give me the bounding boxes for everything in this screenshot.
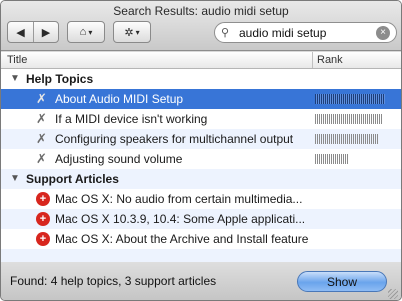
status-bar: Found: 4 help topics, 3 support articles… — [1, 262, 401, 300]
result-row[interactable]: ✗ Configuring speakers for multichannel … — [1, 129, 401, 149]
result-row[interactable]: ✗ If a MIDI device isn't working — [1, 109, 401, 129]
rank-bar — [315, 114, 383, 124]
disclosure-triangle-icon[interactable]: ▼ — [10, 173, 20, 184]
help-topic-icon: ✗ — [36, 131, 47, 146]
search-icon: ⚲ — [221, 27, 230, 39]
back-arrow-icon: ◀ — [16, 26, 25, 39]
group-row-support-articles[interactable]: ▼ Support Articles — [1, 169, 401, 189]
group-label: Help Topics — [26, 72, 94, 86]
chevron-down-icon: ▾ — [135, 27, 140, 37]
help-topic-icon: ✗ — [36, 151, 47, 166]
forward-arrow-icon: ▶ — [41, 26, 51, 39]
resize-grip-icon[interactable] — [388, 289, 398, 299]
result-title: Mac OS X: About the Archive and Install … — [55, 232, 309, 246]
show-button[interactable]: Show — [297, 271, 387, 292]
help-topic-icon: ✗ — [36, 111, 47, 126]
result-title: Configuring speakers for multichannel ou… — [55, 132, 294, 146]
group-label: Support Articles — [26, 172, 119, 186]
result-row[interactable]: ✗ Adjusting sound volume — [1, 149, 401, 169]
gear-icon: ✲ — [124, 26, 134, 39]
column-header-bar: Title Rank — [1, 52, 401, 69]
results-count-text: Found: 4 help topics, 3 support articles — [10, 274, 217, 288]
result-row[interactable]: + Mac OS X: About the Archive and Instal… — [1, 229, 401, 249]
disclosure-triangle-icon[interactable]: ▼ — [10, 73, 20, 84]
results-list: Title Rank ▼ Help Topics ✗ About Audio M… — [1, 52, 401, 269]
search-input[interactable] — [239, 25, 376, 40]
help-topic-icon: ✗ — [36, 91, 47, 106]
forward-button[interactable]: ▶ — [32, 22, 58, 42]
result-title: Mac OS X 10.3.9, 10.4: Some Apple applic… — [55, 212, 306, 226]
result-row[interactable]: + Mac OS X: No audio from certain multim… — [1, 189, 401, 209]
support-article-icon: + — [36, 192, 50, 206]
help-viewer-window: Search Results: audio midi setup ◀ ▶ ⌂ ▾… — [0, 0, 402, 301]
clear-search-icon[interactable]: × — [376, 25, 390, 40]
chevron-down-icon: ▾ — [88, 27, 93, 37]
result-title: About Audio MIDI Setup — [55, 92, 184, 106]
support-article-icon: + — [36, 212, 50, 226]
result-row[interactable]: ✗ About Audio MIDI Setup — [1, 89, 401, 109]
rank-bar — [315, 94, 385, 104]
title-bar: Search Results: audio midi setup ◀ ▶ ⌂ ▾… — [1, 1, 401, 51]
result-title: If a MIDI device isn't working — [55, 112, 208, 126]
home-button[interactable]: ⌂ ▾ — [67, 21, 105, 43]
column-header-rank[interactable]: Rank — [312, 52, 343, 68]
result-title: Adjusting sound volume — [55, 152, 183, 166]
home-icon: ⌂ — [79, 26, 87, 38]
column-header-title[interactable]: Title — [7, 54, 27, 66]
window-title: Search Results: audio midi setup — [113, 4, 289, 18]
back-forward-group: ◀ ▶ — [7, 21, 59, 43]
result-title: Mac OS X: No audio from certain multimed… — [55, 192, 303, 206]
group-row-help-topics[interactable]: ▼ Help Topics — [1, 69, 401, 89]
rank-bar — [315, 134, 379, 144]
search-field[interactable]: ⚲ × — [214, 22, 397, 43]
action-menu-button[interactable]: ✲ ▾ — [113, 21, 151, 43]
back-button[interactable]: ◀ — [8, 22, 33, 42]
support-article-icon: + — [36, 232, 50, 246]
rank-bar — [315, 154, 348, 164]
result-row[interactable]: + Mac OS X 10.3.9, 10.4: Some Apple appl… — [1, 209, 401, 229]
